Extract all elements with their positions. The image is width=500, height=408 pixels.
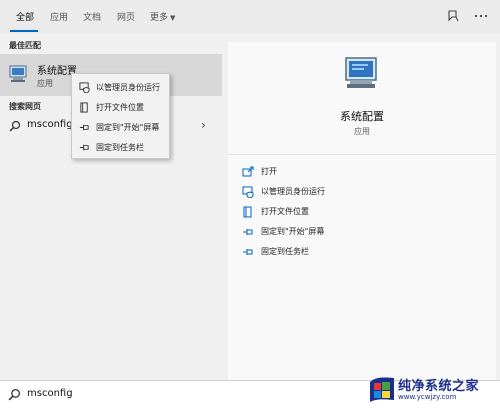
pin-to-start-action[interactable]: 固定到"开始"屏幕 [242, 224, 472, 240]
context-menu-open-file-location-label: 打开文件位置 [96, 103, 144, 112]
file-location-icon [80, 102, 88, 113]
web-search-header: 搜索网页 [9, 102, 41, 111]
pin-icon [243, 249, 253, 255]
active-tab-indicator [10, 30, 38, 32]
open-action-label: 打开 [261, 167, 277, 176]
context-menu-run-as-admin-label: 以管理员身份运行 [96, 83, 160, 92]
run-as-admin-action[interactable]: 以管理员身份运行 [242, 184, 472, 200]
web-result-text: msconfig [27, 119, 73, 130]
pin-to-start-action-label: 固定到"开始"屏幕 [261, 227, 325, 236]
feedback-icon[interactable] [445, 8, 461, 24]
open-file-location-action-label: 打开文件位置 [261, 207, 309, 216]
more-options-icon[interactable] [473, 8, 489, 24]
context-menu: 以管理员身份运行 打开文件位置 固定到"开始"屏幕 固定到任务栏 [71, 73, 170, 159]
context-menu-run-as-admin[interactable]: 以管理员身份运行 [72, 78, 169, 96]
pin-to-taskbar-action[interactable]: 固定到任务栏 [242, 244, 472, 260]
tab-all[interactable]: 全部 [16, 10, 34, 23]
run-as-admin-action-label: 以管理员身份运行 [261, 187, 325, 196]
pin-to-taskbar-action-label: 固定到任务栏 [261, 247, 309, 256]
app-subtitle: 应用 [354, 127, 370, 136]
file-location-icon [243, 206, 252, 218]
context-menu-open-file-location[interactable]: 打开文件位置 [72, 98, 169, 116]
tab-more[interactable]: 更多 ▼ [150, 10, 175, 23]
open-icon [242, 166, 254, 177]
windows-logo-icon [370, 377, 394, 402]
context-menu-pin-to-taskbar-label: 固定到任务栏 [96, 143, 144, 152]
chevron-right-icon[interactable]: › [201, 118, 206, 132]
divider [228, 154, 496, 155]
system-config-icon [345, 57, 377, 88]
tab-documents[interactable]: 文档 [83, 10, 101, 23]
run-as-admin-icon [242, 186, 254, 198]
best-match-header: 最佳匹配 [9, 41, 41, 50]
search-input[interactable]: msconfig [27, 388, 73, 399]
search-icon [9, 120, 21, 132]
context-menu-pin-to-start[interactable]: 固定到"开始"屏幕 [72, 118, 169, 136]
tab-apps[interactable]: 应用 [50, 10, 68, 23]
pin-icon [79, 124, 89, 131]
open-action[interactable]: 打开 [242, 164, 472, 180]
pin-icon [79, 144, 89, 151]
pin-icon [243, 229, 253, 235]
watermark-title: 纯净系统之家 [398, 379, 480, 394]
tab-more-label: 更多 [150, 13, 169, 23]
system-config-icon [9, 65, 27, 82]
watermark-url: www.ycwjzy.com [398, 393, 457, 401]
search-icon [8, 388, 21, 401]
context-menu-pin-to-taskbar[interactable]: 固定到任务栏 [72, 138, 169, 156]
open-file-location-action[interactable]: 打开文件位置 [242, 204, 472, 220]
search-filter-bar: 全部 应用 文档 网页 更多 ▼ [0, 0, 500, 34]
tab-web[interactable]: 网页 [117, 10, 135, 23]
best-match-subtitle: 应用 [37, 79, 53, 88]
app-title: 系统配置 [340, 110, 384, 123]
chevron-down-icon: ▼ [170, 14, 176, 22]
run-as-admin-icon [79, 82, 90, 93]
detail-pane: 系统配置 应用 打开 以管理员身份运行 打开文件位置 固定到"开始"屏幕 固定到… [228, 42, 496, 380]
context-menu-pin-to-start-label: 固定到"开始"屏幕 [96, 123, 160, 132]
watermark: 纯净系统之家 www.ycwjzy.com [368, 373, 498, 407]
